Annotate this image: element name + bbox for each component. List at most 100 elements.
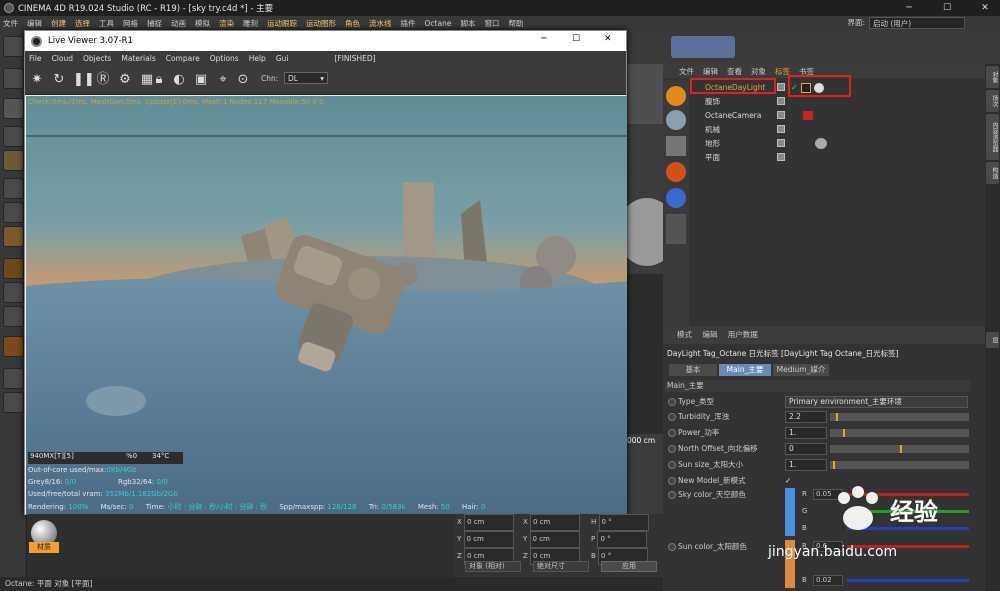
skycolor-radio[interactable] <box>668 491 676 499</box>
pick-material-icon[interactable]: ⊙ <box>235 72 251 88</box>
lv-menu-help[interactable]: Help <box>249 54 266 63</box>
sunsize-radio[interactable] <box>668 461 676 469</box>
visibility-icon[interactable] <box>777 111 785 119</box>
recompile-icon[interactable]: Ⓡ <box>95 72 111 88</box>
tab-medium[interactable]: Medium_媒介 <box>773 364 829 376</box>
lv-menu-file[interactable]: File <box>29 54 42 63</box>
menu-item-16[interactable]: Octane <box>425 19 452 28</box>
size-y-field[interactable]: 0 cm <box>529 531 580 548</box>
material-tag-icon[interactable] <box>815 138 827 149</box>
lv-menu-materials[interactable]: Materials <box>121 54 155 63</box>
menu-item-14[interactable]: 流水线 <box>369 18 392 29</box>
lv-menu-cloud[interactable]: Cloud <box>52 54 73 63</box>
tab-main[interactable]: Main_主要 <box>719 364 771 376</box>
polygons-mode-icon[interactable] <box>3 226 24 247</box>
slider-handle[interactable] <box>899 445 902 453</box>
points-mode-icon[interactable] <box>3 178 24 199</box>
om-menu-view[interactable]: 查看 <box>727 66 742 77</box>
camera-tag-icon[interactable] <box>803 111 813 120</box>
octane-tool-icon[interactable] <box>666 136 686 156</box>
size-x-field[interactable]: 0 cm <box>530 514 581 531</box>
om-menu-file[interactable]: 文件 <box>679 66 694 77</box>
menu-item-15[interactable]: 插件 <box>401 18 416 29</box>
turbidity-field[interactable]: 2.2 <box>785 411 827 423</box>
menu-item-12[interactable]: 运动图形 <box>306 18 336 29</box>
lv-menu-compare[interactable]: Compare <box>166 54 200 63</box>
apply-button[interactable]: 应用 <box>601 561 657 572</box>
tab-basic[interactable]: 基本 <box>669 364 717 376</box>
menu-item-10[interactable]: 雕刻 <box>243 18 258 29</box>
undo-icon[interactable] <box>3 36 24 57</box>
menu-item-17[interactable]: 脚本 <box>460 18 475 29</box>
material-ball-icon[interactable]: ◐ <box>171 72 187 88</box>
octane-settings-icon[interactable] <box>666 86 686 106</box>
lock-icon[interactable] <box>3 368 24 389</box>
visibility-icon[interactable] <box>777 83 785 91</box>
am-menu-userdata[interactable]: 用户数据 <box>728 330 758 339</box>
size-mode-select[interactable]: 绝对尺寸 <box>533 561 589 572</box>
sunsize-field[interactable]: 1. <box>785 459 827 471</box>
menu-item-11[interactable]: 运动跟踪 <box>267 18 297 29</box>
menu-item-4[interactable]: 工具 <box>99 18 114 29</box>
texture-mode-icon[interactable] <box>3 126 24 147</box>
model-mode-icon[interactable] <box>3 68 24 89</box>
object-row-camera[interactable]: OctaneCamera <box>693 109 985 122</box>
octane-scene-icon[interactable] <box>666 110 686 130</box>
lv-close-button[interactable]: ✕ <box>604 34 612 44</box>
tab-structure[interactable]: 构造 <box>986 162 999 184</box>
north-field[interactable]: 0 <box>785 443 827 455</box>
octane-sphere-icon[interactable] <box>666 188 686 208</box>
menu-item-7[interactable]: 动画 <box>171 18 186 29</box>
layout-select[interactable]: 启动 (用户) <box>869 17 965 29</box>
tab-takes[interactable]: 场次 <box>986 90 999 112</box>
maximize-button[interactable]: ☐ <box>934 0 960 16</box>
power-slider[interactable] <box>830 429 969 437</box>
tab-objects[interactable]: 对象 <box>986 66 999 88</box>
slider-handle[interactable] <box>842 429 845 437</box>
menu-item-5[interactable]: 网格 <box>123 18 138 29</box>
menu-item-13[interactable]: 角色 <box>345 18 360 29</box>
clay-mode-icon[interactable]: ▣ <box>193 72 209 88</box>
octane-light-icon[interactable] <box>666 162 686 182</box>
tab-layers[interactable]: 层 <box>986 332 999 348</box>
settings-gear-icon[interactable]: ⚙ <box>117 72 133 88</box>
visibility-icon[interactable] <box>777 153 785 161</box>
close-button[interactable]: ✕ <box>972 0 998 16</box>
lock-resolution-icon[interactable]: 🔒︎ <box>151 72 167 88</box>
newmodel-radio[interactable] <box>668 477 676 485</box>
power-field[interactable]: 1. <box>785 427 827 439</box>
snap-icon[interactable] <box>3 306 24 327</box>
menu-item-9[interactable]: 渲染 <box>219 18 234 29</box>
visibility-icon[interactable] <box>777 139 785 147</box>
object-row[interactable]: 地形 <box>693 137 985 150</box>
menu-item-2[interactable]: 创建 <box>51 18 66 29</box>
slider-handle[interactable] <box>832 461 835 469</box>
channel-select[interactable]: DL ▾ <box>284 72 328 84</box>
power-radio[interactable] <box>668 429 676 437</box>
type-radio[interactable] <box>668 398 676 406</box>
cube-mode-icon[interactable] <box>3 98 24 119</box>
rot-h-field[interactable]: 0 ° <box>598 514 649 531</box>
menu-item-3[interactable]: 选择 <box>75 18 90 29</box>
axis-icon[interactable] <box>3 258 24 279</box>
visibility-icon[interactable] <box>777 97 785 105</box>
xyz-axis-icon[interactable] <box>666 214 686 244</box>
primitive-shortcuts-icon[interactable] <box>671 36 735 58</box>
lv-maximize-button[interactable]: ☐ <box>572 34 580 44</box>
menu-item-19[interactable]: 帮助 <box>508 18 523 29</box>
object-row[interactable]: 机械 <box>693 123 985 136</box>
om-menu-edit[interactable]: 编辑 <box>703 66 718 77</box>
lv-menu-objects[interactable]: Objects <box>83 54 111 63</box>
soft-selection-icon[interactable] <box>3 392 24 413</box>
restart-render-icon[interactable]: ↻ <box>51 72 67 88</box>
am-menu-edit[interactable]: 编辑 <box>702 330 717 339</box>
north-radio[interactable] <box>668 445 676 453</box>
pos-x-field[interactable]: 0 cm <box>464 514 515 531</box>
render-output[interactable]: 940MX[T][5] %0 34°C Out-of-core used/max… <box>26 96 627 514</box>
pick-focus-icon[interactable]: ⌖ <box>215 72 231 88</box>
sunsize-slider[interactable] <box>830 461 969 469</box>
menu-item-8[interactable]: 模拟 <box>195 18 210 29</box>
turbidity-radio[interactable] <box>668 413 676 421</box>
lv-menu-gui[interactable]: Gui <box>276 54 289 63</box>
tab-content-browser[interactable]: 内容浏览器 <box>986 114 999 160</box>
